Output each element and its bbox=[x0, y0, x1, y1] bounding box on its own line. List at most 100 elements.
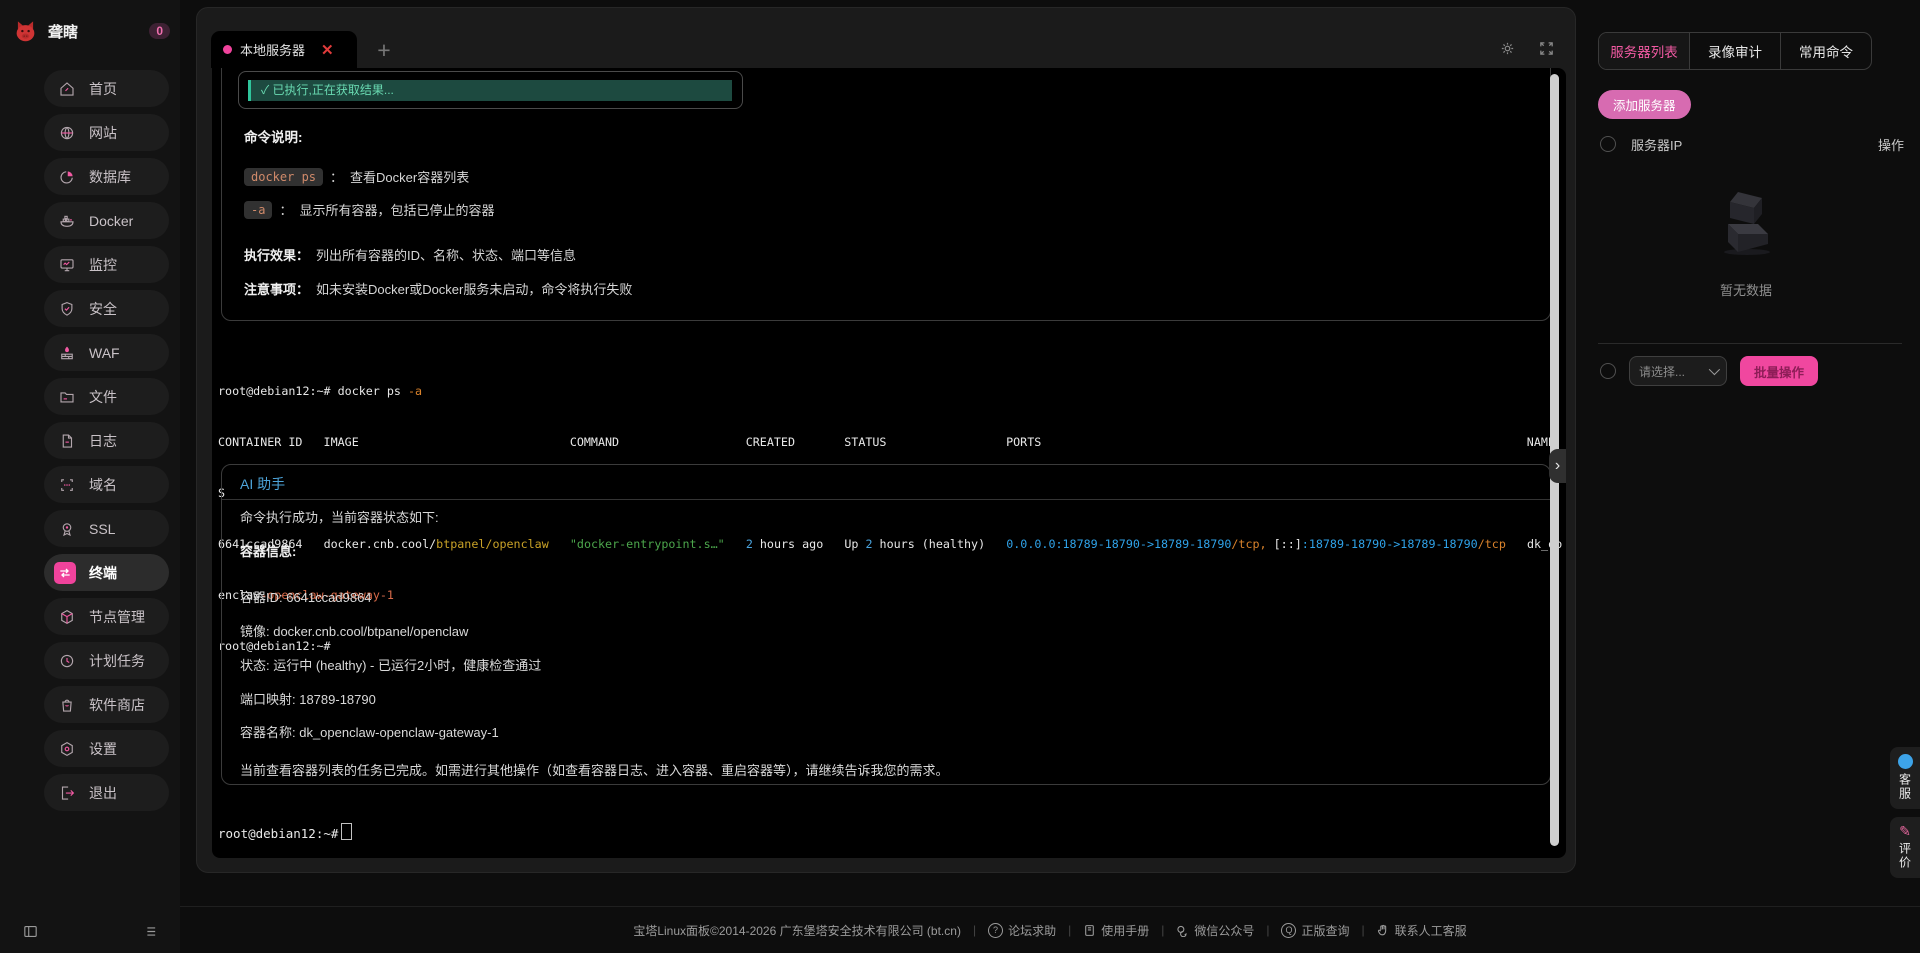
sidebar-item-websites[interactable]: 网站 bbox=[44, 114, 169, 151]
pig-logo-icon bbox=[12, 18, 39, 45]
monitor-icon bbox=[57, 255, 76, 274]
sidebar-item-label: 网站 bbox=[89, 123, 117, 143]
sidebar-item-cron[interactable]: 计划任务 bbox=[44, 642, 169, 679]
notification-badge[interactable]: 0 bbox=[149, 23, 170, 39]
sidebar-item-logout[interactable]: 退出 bbox=[44, 774, 169, 811]
license-q-icon: Q bbox=[1281, 923, 1296, 938]
column-server-ip: 服务器IP bbox=[1631, 135, 1682, 154]
batch-action-select[interactable]: 请选择... bbox=[1629, 356, 1727, 386]
tab-local-server[interactable]: 本地服务器 ✕ bbox=[211, 31, 357, 68]
chevron-down-icon bbox=[1709, 364, 1720, 375]
command-explain-card: ✓ 已执行,正在获取结果... 命令说明: docker ps ： 查看Dock… bbox=[221, 68, 1551, 321]
ai-paragraph: 容器名称: dk_openclaw-openclaw-gateway-1 bbox=[240, 722, 499, 741]
terminal-arrows-icon bbox=[54, 562, 76, 584]
command-explain-title: 命令说明: bbox=[244, 126, 303, 146]
sidebar-item-label: SSL bbox=[89, 521, 115, 537]
batch-select-checkbox[interactable] bbox=[1600, 363, 1616, 379]
fullscreen-icon[interactable] bbox=[1538, 40, 1555, 57]
ssl-medal-icon bbox=[57, 519, 76, 538]
check-icon: ✓ bbox=[261, 83, 269, 97]
sidebar-item-waf[interactable]: WAF bbox=[44, 334, 169, 371]
sidebar-item-label: 监控 bbox=[89, 255, 117, 275]
sidebar-item-label: 设置 bbox=[89, 739, 117, 759]
rightbar-tabs: 服务器列表 录像审计 常用命令 bbox=[1598, 32, 1872, 70]
sidebar-item-monitor[interactable]: 监控 bbox=[44, 246, 169, 283]
pie-chart-icon bbox=[57, 167, 76, 186]
footer-bar: 宝塔Linux面板©2014-2026 广东堡塔安全技术有限公司 (bt.cn)… bbox=[180, 906, 1920, 953]
terminal-prompt-line[interactable]: root@debian12:~# bbox=[218, 823, 352, 841]
add-server-button[interactable]: 添加服务器 bbox=[1598, 90, 1691, 119]
sidebar-item-logs[interactable]: 日志 bbox=[44, 422, 169, 459]
sidebar-item-label: WAF bbox=[89, 345, 120, 361]
cube-icon bbox=[57, 607, 76, 626]
sidebar-item-label: 软件商店 bbox=[89, 695, 145, 715]
sidebar-item-ssl[interactable]: SSL bbox=[44, 510, 169, 547]
book-icon bbox=[1083, 924, 1096, 937]
clock-icon bbox=[57, 651, 76, 670]
sidebar-item-files[interactable]: 文件 bbox=[44, 378, 169, 415]
ai-paragraph: 容器信息: bbox=[240, 541, 296, 560]
footer-copyright: 宝塔Linux面板©2014-2026 广东堡塔安全技术有限公司 (bt.cn) bbox=[633, 922, 961, 939]
select-all-checkbox[interactable] bbox=[1600, 136, 1616, 152]
sidebar-item-terminal[interactable]: 终端 bbox=[44, 554, 169, 591]
tab-server-list[interactable]: 服务器列表 bbox=[1599, 33, 1689, 69]
sidebar-item-label: 文件 bbox=[89, 387, 117, 407]
tab-common-commands[interactable]: 常用命令 bbox=[1780, 33, 1871, 69]
firewall-icon bbox=[57, 343, 76, 362]
sidebar-item-domains[interactable]: 域名 bbox=[44, 466, 169, 503]
floating-widgets: 客服 ✎ 评价 bbox=[1890, 747, 1920, 878]
batch-operate-button[interactable]: 批量操作 bbox=[1740, 356, 1818, 386]
sidebar-item-settings[interactable]: 设置 bbox=[44, 730, 169, 767]
sidebar-item-label: Docker bbox=[89, 213, 133, 229]
footer-link-wechat[interactable]: 微信公众号 bbox=[1176, 922, 1254, 939]
sidebar-item-label: 节点管理 bbox=[89, 607, 145, 627]
feedback-widget[interactable]: ✎ 评价 bbox=[1890, 817, 1920, 878]
sidebar: 聋瞎 0 首页 网站 数据库 bbox=[0, 0, 180, 953]
file-text-icon bbox=[57, 431, 76, 450]
footer-link-manual[interactable]: 使用手册 bbox=[1083, 922, 1149, 939]
footer-link-support[interactable]: 联系人工客服 bbox=[1377, 922, 1467, 939]
tab-status-dot bbox=[223, 45, 232, 54]
headset-icon bbox=[1898, 754, 1913, 769]
collapse-sidebar-icon[interactable] bbox=[22, 923, 39, 940]
logo-row: 聋瞎 0 bbox=[12, 16, 170, 46]
sidebar-item-home[interactable]: 首页 bbox=[44, 70, 169, 107]
sidebar-item-label: 安全 bbox=[89, 299, 117, 319]
ai-assistant-card: AI 助手 命令执行成功，当前容器状态如下: 容器信息: 容器ID: 6641c… bbox=[221, 464, 1551, 785]
footer-link-forum[interactable]: ? 论坛求助 bbox=[988, 922, 1056, 939]
panel-expand-chevron-icon[interactable]: › bbox=[1549, 449, 1566, 483]
code-chip: -a bbox=[244, 201, 272, 219]
logout-icon bbox=[57, 783, 76, 802]
sidebar-item-docker[interactable]: Docker bbox=[44, 202, 169, 239]
tab-close-icon[interactable]: ✕ bbox=[321, 41, 334, 59]
rightbar-divider bbox=[1598, 343, 1902, 344]
ai-paragraph: 端口映射: 18789-18790 bbox=[240, 689, 376, 708]
sidebar-item-appstore[interactable]: 软件商店 bbox=[44, 686, 169, 723]
add-tab-button[interactable]: + bbox=[369, 38, 399, 64]
tab-recording-audit[interactable]: 录像审计 bbox=[1689, 33, 1780, 69]
sidebar-footer bbox=[22, 923, 158, 940]
domain-brackets-icon bbox=[57, 475, 76, 494]
sidebar-item-security[interactable]: 安全 bbox=[44, 290, 169, 327]
list-menu-icon[interactable] bbox=[141, 923, 158, 940]
sidebar-item-label: 首页 bbox=[89, 79, 117, 99]
wechat-icon bbox=[1176, 924, 1189, 937]
empty-text: 暂无数据 bbox=[1592, 280, 1900, 299]
shield-check-icon bbox=[57, 299, 76, 318]
pencil-icon: ✎ bbox=[1899, 824, 1911, 838]
sidebar-item-database[interactable]: 数据库 bbox=[44, 158, 169, 195]
ai-paragraph: 镜像: docker.cnb.cool/btpanel/openclaw bbox=[240, 621, 468, 640]
footer-link-license[interactable]: Q 正版查询 bbox=[1281, 922, 1349, 939]
sidebar-nav: 首页 网站 数据库 Docker bbox=[44, 70, 169, 818]
ai-paragraph: 命令执行成功，当前容器状态如下: bbox=[240, 507, 439, 526]
sidebar-item-nodes[interactable]: 节点管理 bbox=[44, 598, 169, 635]
ai-title-divider bbox=[222, 499, 1550, 500]
customer-service-widget[interactable]: 客服 bbox=[1890, 747, 1920, 809]
sidebar-item-label: 日志 bbox=[89, 431, 117, 451]
empty-state: 暂无数据 bbox=[1592, 190, 1900, 299]
terminal-settings-gear-icon[interactable] bbox=[1499, 40, 1516, 57]
terminal-line-command: root@debian12:~# docker ps -a bbox=[218, 383, 1562, 400]
shopping-bag-icon bbox=[57, 695, 76, 714]
terminal-screen[interactable]: ✓ 已执行,正在获取结果... 命令说明: docker ps ： 查看Dock… bbox=[212, 68, 1566, 858]
sidebar-item-label: 数据库 bbox=[89, 167, 131, 187]
